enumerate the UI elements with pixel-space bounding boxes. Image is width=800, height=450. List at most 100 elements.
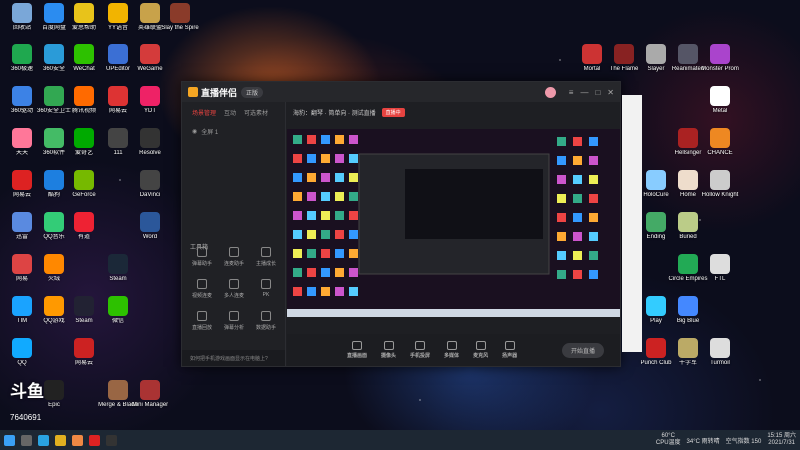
close-icon[interactable]: ✕ bbox=[607, 88, 614, 97]
desktop-icon-label: 微信 bbox=[111, 318, 124, 324]
music-icon[interactable] bbox=[89, 434, 100, 446]
start-icon[interactable] bbox=[4, 434, 15, 446]
tab-materials[interactable]: 可选素材 bbox=[244, 108, 268, 117]
tool-danmu[interactable]: 弹幕助手 bbox=[186, 247, 218, 267]
desktop-icon[interactable]: WeGame bbox=[132, 44, 168, 82]
minimize-icon[interactable]: — bbox=[580, 88, 588, 97]
desktop-icon[interactable]: 爱奇艺 bbox=[66, 128, 102, 166]
desktop-icon[interactable]: DaVinci bbox=[132, 170, 168, 208]
desktop-icon[interactable]: Big Blue bbox=[670, 296, 706, 334]
desktop-icon[interactable]: 网易云 bbox=[66, 338, 102, 376]
desktop-icon[interactable]: 网易 bbox=[4, 254, 40, 292]
desktop-icon[interactable]: Mini Manager bbox=[132, 380, 168, 418]
desktop-icon[interactable]: Merge & Blade bbox=[98, 380, 138, 418]
desktop-icon[interactable]: Mortal bbox=[574, 44, 610, 82]
air-quality[interactable]: 空气指数 150 bbox=[726, 436, 762, 445]
desktop-icon[interactable]: 网易云 bbox=[4, 170, 40, 208]
control-screen[interactable]: 直播画面 bbox=[347, 341, 367, 359]
folder-icon[interactable] bbox=[55, 434, 66, 446]
control-mic[interactable]: 麦克风 bbox=[473, 341, 488, 359]
clock[interactable]: 15:15 周六 2021/7/31 bbox=[767, 433, 796, 447]
desktop-icon[interactable]: 火绒 bbox=[36, 254, 72, 292]
desktop-icon[interactable]: 360驱动 bbox=[4, 86, 40, 124]
desktop-icon[interactable]: Circle Empires bbox=[668, 254, 708, 292]
desktop-icon[interactable]: Steam bbox=[66, 296, 102, 334]
desktop-icon[interactable]: HoloCure bbox=[638, 170, 674, 208]
weather[interactable]: 34°C 雨转晴 bbox=[687, 436, 720, 445]
tab-scenes[interactable]: 场景管理 bbox=[192, 108, 216, 117]
desktop-icon[interactable]: Reanimated bbox=[670, 44, 706, 82]
search-icon[interactable] bbox=[21, 434, 32, 446]
tab-interaction[interactable]: 互动 bbox=[224, 108, 236, 117]
desktop-icon[interactable]: Metal bbox=[702, 86, 738, 124]
desktop-icon[interactable]: YY语音 bbox=[100, 3, 136, 41]
obs-icon[interactable] bbox=[106, 434, 117, 446]
maximize-icon[interactable]: □ bbox=[595, 88, 600, 97]
eye-icon[interactable]: ◉ bbox=[192, 128, 197, 135]
desktop-icon[interactable]: Buried bbox=[670, 212, 706, 250]
preview-icon bbox=[321, 287, 330, 296]
desktop-icon[interactable]: 360极速 bbox=[4, 44, 40, 82]
desktop-icon-label: WeGame bbox=[137, 66, 163, 72]
desktop-icon[interactable]: Slayer bbox=[638, 44, 674, 82]
desktop-icon[interactable]: 十字军 bbox=[670, 338, 706, 376]
tool-video-link[interactable]: 视频连麦 bbox=[186, 279, 218, 299]
control-camera[interactable]: 摄像头 bbox=[381, 341, 396, 359]
desktop-icon[interactable]: FTL bbox=[702, 254, 738, 292]
start-stream-button[interactable]: 开始直播 bbox=[561, 342, 604, 358]
desktop-icon[interactable]: Turmoil bbox=[702, 338, 738, 376]
avatar[interactable] bbox=[544, 86, 556, 98]
desktop-icon[interactable]: Play bbox=[638, 296, 674, 334]
preview-icon bbox=[349, 268, 358, 277]
browser-icon[interactable] bbox=[38, 434, 49, 446]
desktop-icon[interactable]: 迅雷 bbox=[4, 212, 40, 250]
scene-item[interactable]: ◉ 全屏 1 bbox=[182, 123, 285, 140]
tool-pk[interactable]: PK bbox=[250, 279, 282, 299]
desktop-icon[interactable]: 回收站 bbox=[4, 3, 40, 41]
desktop-icon[interactable]: CHANCE bbox=[702, 128, 738, 166]
desktop-icon[interactable]: 天天 bbox=[4, 128, 40, 166]
version-tag[interactable]: 正版 bbox=[241, 86, 264, 98]
desktop-icon[interactable]: TIM bbox=[4, 296, 40, 334]
tool-link[interactable]: 连麦助手 bbox=[218, 247, 250, 267]
preview-canvas[interactable] bbox=[287, 129, 620, 317]
desktop-icon[interactable]: 微信 bbox=[100, 296, 136, 334]
stream-title[interactable]: 海豹：翻琴 · 简单向 · 测试直播 bbox=[293, 108, 376, 117]
desktop-icon[interactable]: WeChat bbox=[66, 44, 102, 82]
desktop-icon[interactable]: Monster Prom bbox=[701, 44, 739, 82]
tool-analysis[interactable]: 弹幕分析 bbox=[218, 311, 250, 331]
desktop-icon[interactable]: GeForce bbox=[66, 170, 102, 208]
app-icon bbox=[44, 86, 64, 106]
menu-icon[interactable]: ≡ bbox=[569, 88, 574, 97]
tool-growth[interactable]: 主播成长 bbox=[250, 247, 282, 267]
desktop-icon[interactable]: 网易云 bbox=[100, 86, 136, 124]
desktop-icon[interactable]: Slay the Spire bbox=[161, 3, 199, 41]
desktop-icon[interactable]: UPEditor bbox=[100, 44, 136, 82]
desktop-icon[interactable]: Hollow Knight bbox=[702, 170, 738, 208]
app-icon bbox=[108, 380, 128, 400]
desktop-icon[interactable]: Word bbox=[132, 212, 168, 250]
desktop-icon[interactable]: Home bbox=[670, 170, 706, 208]
tool-data[interactable]: 数据助手 bbox=[250, 311, 282, 331]
help-hint[interactable]: 如何把手机游戏画面显示在电脑上? bbox=[182, 350, 285, 366]
desktop-icon[interactable]: The Flame bbox=[606, 44, 642, 82]
desktop-icon[interactable]: 有道 bbox=[66, 212, 102, 250]
control-speaker[interactable]: 扬声器 bbox=[502, 341, 517, 359]
desktop-icon[interactable]: YDT bbox=[132, 86, 168, 124]
desktop-icon[interactable]: QQ bbox=[4, 338, 40, 376]
desktop-icon[interactable]: 腾讯视频 bbox=[66, 86, 102, 124]
control-media[interactable]: 多媒体 bbox=[444, 341, 459, 359]
app-icon bbox=[12, 254, 32, 274]
desktop-icon[interactable]: Hellsinger bbox=[670, 128, 706, 166]
desktop-icon[interactable]: Steam bbox=[100, 254, 136, 292]
desktop-icon[interactable]: Punch Club bbox=[638, 338, 674, 376]
desktop-icon[interactable]: Ending bbox=[638, 212, 674, 250]
control-phone[interactable]: 手机投屏 bbox=[410, 341, 430, 359]
desktop-icon[interactable]: 111 bbox=[100, 128, 136, 166]
desktop-icon[interactable]: 爱思帮助 bbox=[66, 3, 102, 41]
app-icon[interactable] bbox=[72, 434, 83, 446]
desktop-icon[interactable]: Resolve bbox=[132, 128, 168, 166]
tool-multi-link[interactable]: 多人连麦 bbox=[218, 279, 250, 299]
tool-replay[interactable]: 直播回放 bbox=[186, 311, 218, 331]
preview-icon bbox=[321, 154, 330, 163]
